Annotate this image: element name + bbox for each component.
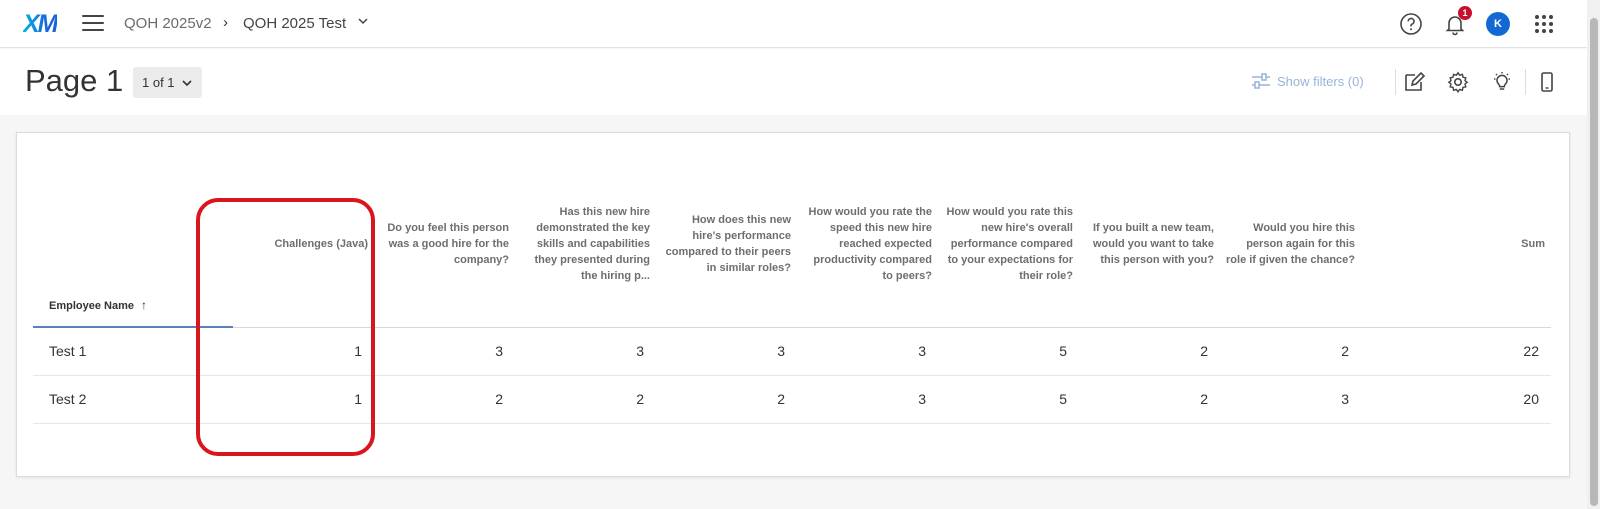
column-header-productivity-speed[interactable]: How would you rate the speed this new hi…: [797, 161, 938, 328]
table-cell: 2: [1220, 327, 1361, 376]
table-cell: 5: [938, 375, 1079, 424]
breadcrumb-separator: ›: [223, 14, 228, 31]
table-cell: Test 1: [33, 327, 233, 376]
page-selector[interactable]: 1 of 1: [133, 67, 202, 98]
table-cell: 2: [515, 375, 656, 424]
column-header-sum[interactable]: Sum: [1361, 161, 1551, 328]
table-cell: 2: [656, 375, 797, 424]
show-filters-button[interactable]: Show filters (0): [1251, 73, 1364, 89]
table-widget: Employee Name ↑ Challenges (Java) Do you …: [16, 132, 1570, 477]
lightbulb-icon[interactable]: [1488, 68, 1516, 96]
page-selector-label: 1 of 1: [142, 75, 175, 90]
page-title: Page 1: [25, 63, 124, 98]
page-header: Page 1 1 of 1 Show filters (0): [0, 49, 1600, 115]
column-header-new-team[interactable]: If you built a new team, would you want …: [1079, 161, 1220, 328]
table-header-row: Employee Name ↑ Challenges (Java) Do you …: [33, 161, 1551, 328]
apps-grid-icon[interactable]: [1531, 11, 1557, 37]
column-header-good-hire[interactable]: Do you feel this person was a good hire …: [374, 161, 515, 328]
table-cell: 3: [797, 375, 938, 424]
edit-icon[interactable]: [1400, 68, 1428, 96]
xm-logo[interactable]: XM: [23, 10, 58, 39]
column-header-overall-performance[interactable]: How would you rate this new hire's overa…: [938, 161, 1079, 328]
table-cell: 3: [656, 327, 797, 376]
notification-badge: 1: [1458, 6, 1472, 20]
table-cell: 5: [938, 327, 1079, 376]
column-header-employee-name[interactable]: Employee Name ↑: [33, 161, 233, 328]
avatar[interactable]: K: [1486, 12, 1510, 36]
table-cell: 22: [1361, 327, 1551, 376]
filter-icon: [1252, 73, 1270, 89]
chevron-down-icon[interactable]: [356, 14, 370, 28]
column-header-label: Employee Name: [49, 300, 134, 312]
show-filters-label: Show filters (0): [1277, 73, 1364, 89]
divider: [1395, 69, 1396, 95]
data-table: Employee Name ↑ Challenges (Java) Do you …: [33, 161, 1551, 424]
table-cell: 2: [1079, 327, 1220, 376]
table-cell: 2: [1079, 375, 1220, 424]
table-cell: 2: [374, 375, 515, 424]
column-header-hire-again[interactable]: Would you hire this person again for thi…: [1220, 161, 1361, 328]
column-header-performance-peers[interactable]: How does this new hire's performance com…: [656, 161, 797, 328]
table-cell: 1: [233, 375, 374, 424]
scrollbar-thumb[interactable]: [1590, 18, 1598, 506]
table-row: Test 1 1 3 3 3 3 5 2 2 22: [33, 327, 1551, 376]
table-cell: 20: [1361, 375, 1551, 424]
table-cell: 1: [233, 327, 374, 376]
menu-icon[interactable]: [82, 15, 104, 33]
chevron-down-icon: [181, 79, 192, 86]
gear-icon[interactable]: [1444, 68, 1472, 96]
table-cell: 3: [374, 327, 515, 376]
breadcrumb-dashboard[interactable]: QOH 2025 Test: [243, 15, 346, 32]
help-icon[interactable]: [1398, 11, 1424, 37]
table-cell: Test 2: [33, 375, 233, 424]
table-cell: 3: [797, 327, 938, 376]
table-cell: 3: [1220, 375, 1361, 424]
top-navigation-bar: XM QOH 2025v2 › QOH 2025 Test 1 K: [0, 0, 1600, 48]
mobile-icon[interactable]: [1533, 68, 1561, 96]
sort-ascending-icon[interactable]: ↑: [141, 297, 147, 313]
column-header-key-skills[interactable]: Has this new hire demonstrated the key s…: [515, 161, 656, 328]
table-cell: 3: [515, 327, 656, 376]
divider: [1525, 69, 1526, 95]
table-row: Test 2 1 2 2 2 3 5 2 3 20: [33, 375, 1551, 424]
breadcrumb-project[interactable]: QOH 2025v2: [124, 15, 212, 32]
column-header-challenges[interactable]: Challenges (Java): [233, 161, 374, 328]
